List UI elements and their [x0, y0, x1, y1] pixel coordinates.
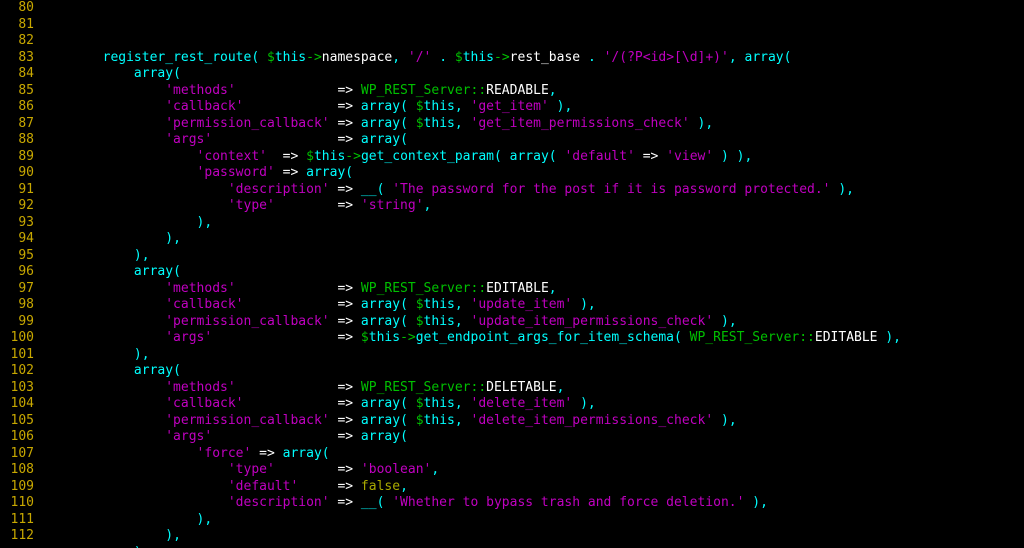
- code-line[interactable]: ),: [40, 248, 1024, 265]
- code-line[interactable]: 'password' => array(: [40, 165, 1024, 182]
- code-line[interactable]: 'type' => 'string',: [40, 198, 1024, 215]
- code-line[interactable]: 'methods' => WP_REST_Server::READABLE,: [40, 83, 1024, 100]
- code-line[interactable]: ),: [40, 512, 1024, 529]
- line-number: 92: [0, 198, 34, 215]
- line-number: 85: [0, 83, 34, 100]
- line-number: 82: [0, 33, 34, 50]
- line-number: 103: [0, 380, 34, 397]
- code-line[interactable]: 'callback' => array( $this, 'update_item…: [40, 297, 1024, 314]
- code-line[interactable]: 'args' => array(: [40, 132, 1024, 149]
- line-number: 89: [0, 149, 34, 166]
- code-line[interactable]: 'force' => array(: [40, 446, 1024, 463]
- code-line[interactable]: ),: [40, 545, 1024, 548]
- code-line[interactable]: ),: [40, 528, 1024, 545]
- line-number: 106: [0, 429, 34, 446]
- code-line[interactable]: array(: [40, 363, 1024, 380]
- code-line[interactable]: 'permission_callback' => array( $this, '…: [40, 314, 1024, 331]
- line-number: 102: [0, 363, 34, 380]
- line-number: 95: [0, 248, 34, 265]
- code-line[interactable]: register_rest_route( $this->namespace, '…: [40, 50, 1024, 67]
- line-number: 109: [0, 479, 34, 496]
- line-number: 110: [0, 495, 34, 512]
- code-line[interactable]: 'context' => $this->get_context_param( a…: [40, 149, 1024, 166]
- line-number: 100: [0, 330, 34, 347]
- line-number: 104: [0, 396, 34, 413]
- code-line[interactable]: ),: [40, 215, 1024, 232]
- code-line[interactable]: 'description' => __( 'Whether to bypass …: [40, 495, 1024, 512]
- code-line[interactable]: 'args' => $this->get_endpoint_args_for_i…: [40, 330, 1024, 347]
- line-number: 97: [0, 281, 34, 298]
- line-number: 107: [0, 446, 34, 463]
- code-line[interactable]: ),: [40, 231, 1024, 248]
- line-number: 93: [0, 215, 34, 232]
- code-line[interactable]: 'methods' => WP_REST_Server::EDITABLE,: [40, 281, 1024, 298]
- line-number: 86: [0, 99, 34, 116]
- code-line[interactable]: 'default' => false,: [40, 479, 1024, 496]
- code-line[interactable]: 'permission_callback' => array( $this, '…: [40, 413, 1024, 430]
- line-number: 83: [0, 50, 34, 67]
- code-editor[interactable]: 80 81 82 83 84 85 86 87 88 89 90 91 92 9…: [0, 0, 1024, 548]
- code-line[interactable]: 'args' => array(: [40, 429, 1024, 446]
- line-number: 96: [0, 264, 34, 281]
- line-number: 84: [0, 66, 34, 83]
- line-number: 101: [0, 347, 34, 364]
- line-number: 88: [0, 132, 34, 149]
- code-line[interactable]: array(: [40, 264, 1024, 281]
- code-line[interactable]: array(: [40, 66, 1024, 83]
- line-number: 80: [0, 0, 34, 17]
- line-number: 99: [0, 314, 34, 331]
- line-number-gutter: 80 81 82 83 84 85 86 87 88 89 90 91 92 9…: [0, 0, 40, 548]
- line-number: 94: [0, 231, 34, 248]
- code-line[interactable]: 'type' => 'boolean',: [40, 462, 1024, 479]
- line-number: 81: [0, 17, 34, 34]
- line-number: 111: [0, 512, 34, 529]
- code-line[interactable]: 'callback' => array( $this, 'get_item' )…: [40, 99, 1024, 116]
- code-line[interactable]: ),: [40, 347, 1024, 364]
- line-number: 90: [0, 165, 34, 182]
- line-number: 105: [0, 413, 34, 430]
- code-line[interactable]: 'callback' => array( $this, 'delete_item…: [40, 396, 1024, 413]
- code-line[interactable]: 'methods' => WP_REST_Server::DELETABLE,: [40, 380, 1024, 397]
- line-number: 108: [0, 462, 34, 479]
- code-area[interactable]: register_rest_route( $this->namespace, '…: [40, 0, 1024, 548]
- line-number: 98: [0, 297, 34, 314]
- line-number: 91: [0, 182, 34, 199]
- line-number: 112: [0, 528, 34, 545]
- line-number: 87: [0, 116, 34, 133]
- code-line[interactable]: 'permission_callback' => array( $this, '…: [40, 116, 1024, 133]
- code-line[interactable]: 'description' => __( 'The password for t…: [40, 182, 1024, 199]
